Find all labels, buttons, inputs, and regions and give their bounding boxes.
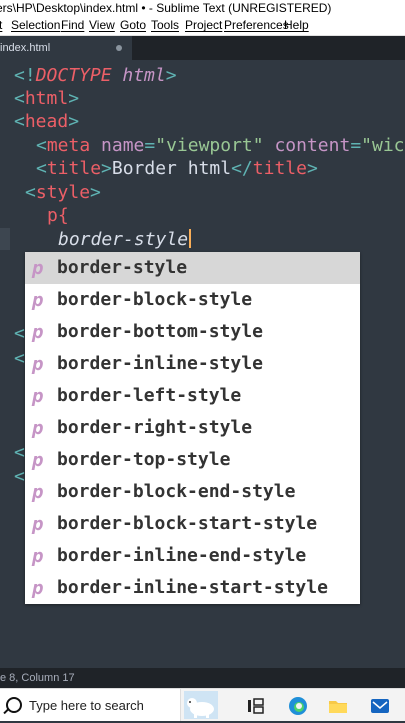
code-line-6: <style> [25, 182, 101, 203]
task-view-icon[interactable] [246, 696, 266, 716]
property-kind-icon: p [32, 513, 44, 535]
line-highlight-marker [0, 228, 10, 250]
menu-goto[interactable]: Goto [120, 16, 146, 35]
autocomplete-item[interactable]: p border-inline-style [25, 348, 360, 380]
tab-strip: index.html [0, 36, 405, 60]
code-fragment: < [14, 466, 25, 487]
menu-project[interactable]: Project [185, 16, 222, 35]
search-icon [6, 697, 22, 713]
status-bar: e 8, Column 17 [0, 668, 405, 688]
polar-bear-icon[interactable] [184, 691, 218, 719]
tab-index-html[interactable]: index.html [0, 36, 132, 60]
code-line-3: <head> [14, 111, 80, 132]
mail-icon[interactable] [370, 696, 390, 716]
autocomplete-item[interactable]: p border-inline-end-style [25, 540, 360, 572]
code-line-7: p{ [47, 205, 69, 226]
property-kind-icon: p [32, 417, 44, 439]
autocomplete-item[interactable]: p border-style [25, 252, 360, 284]
property-kind-icon: p [32, 481, 44, 503]
property-kind-icon: p [32, 385, 44, 407]
property-kind-icon: p [32, 353, 44, 375]
menu-tools[interactable]: Tools [151, 16, 179, 35]
code-line-4: <meta name="viewport" content="wic [36, 135, 405, 156]
code-line-2: <html> [14, 88, 80, 109]
property-kind-icon: p [32, 289, 44, 311]
menu-file[interactable]: t [0, 16, 2, 35]
search-placeholder: Type here to search [29, 698, 144, 713]
autocomplete-item[interactable]: p border-left-style [25, 380, 360, 412]
text-cursor [189, 229, 192, 248]
code-fragment: < [14, 348, 25, 369]
unsaved-dot-icon[interactable] [116, 45, 122, 51]
property-kind-icon: p [32, 257, 44, 279]
code-fragment: < [14, 323, 25, 344]
code-line-8: border-style [58, 228, 192, 251]
edge-browser-icon[interactable] [288, 696, 308, 716]
menu-view[interactable]: View [89, 16, 115, 35]
tab-label: index.html [0, 42, 51, 54]
autocomplete-item[interactable]: p border-inline-start-style [25, 572, 360, 604]
menu-find[interactable]: Find [61, 16, 84, 35]
property-kind-icon: p [32, 545, 44, 567]
file-explorer-icon[interactable] [328, 696, 348, 716]
window-title: ers\HP\Desktop\index.html • - Sublime Te… [0, 1, 332, 15]
menu-help[interactable]: Help [284, 16, 309, 35]
taskbar-search-box[interactable]: Type here to search [0, 689, 181, 721]
menu-selection[interactable]: Selection [11, 16, 60, 35]
code-line-1: <!DOCTYPE html> [14, 65, 177, 86]
property-kind-icon: p [32, 321, 44, 343]
autocomplete-item[interactable]: p border-block-style [25, 284, 360, 316]
autocomplete-item[interactable]: p border-bottom-style [25, 316, 360, 348]
taskbar: Type here to search [0, 688, 405, 721]
property-kind-icon: p [32, 577, 44, 599]
autocomplete-item[interactable]: p border-block-start-style [25, 508, 360, 540]
cursor-position: e 8, Column 17 [0, 672, 75, 684]
window-title-bar: ers\HP\Desktop\index.html • - Sublime Te… [0, 0, 405, 16]
autocomplete-item[interactable]: p border-right-style [25, 412, 360, 444]
code-line-5: <title>Border html</title> [36, 158, 318, 179]
code-fragment: < [14, 442, 25, 463]
menu-bar: t Selection Find View Goto Tools Project… [0, 16, 405, 36]
autocomplete-item[interactable]: p border-block-end-style [25, 476, 360, 508]
autocomplete-popup: p border-style p border-block-style p borde… [25, 252, 360, 604]
autocomplete-item[interactable]: p border-top-style [25, 444, 360, 476]
menu-preferences[interactable]: Preferences [224, 16, 289, 35]
property-kind-icon: p [32, 449, 44, 471]
